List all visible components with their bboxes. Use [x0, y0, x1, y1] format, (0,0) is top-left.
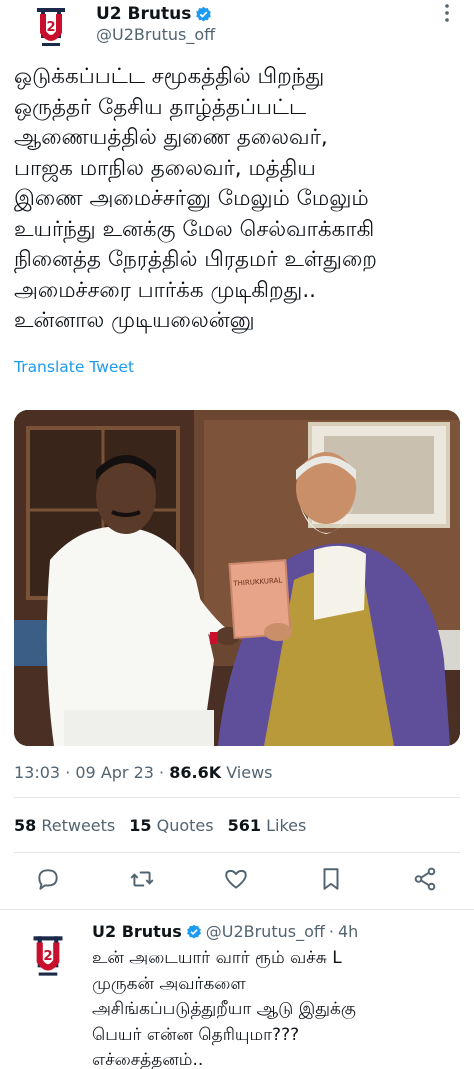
bookmark-icon: [323, 868, 339, 890]
tweet-text-line: இணை அமைச்சர்னு மேலும் மேலும்: [14, 186, 369, 211]
tweet-meta: 13:03 · 09 Apr 23 · 86.6K Views: [14, 763, 273, 782]
more-options-icon[interactable]: [436, 2, 458, 24]
share-button[interactable]: [412, 866, 438, 892]
tweet-text-line: ஒடுக்கப்பட்ட சமூகத்தில் பிறந்து: [14, 64, 325, 89]
tweet-body: ஒடுக்கப்பட்ட சமூகத்தில் பிறந்து ஒருத்தர்…: [14, 62, 464, 337]
quotes-stat[interactable]: 15 Quotes: [129, 816, 213, 835]
engagement-stats: 58 Retweets 15 Quotes 561 Likes: [14, 816, 306, 835]
author-avatar[interactable]: 2: [22, 2, 80, 54]
reply-header: U2 Brutus @U2Brutus_off · 4h: [92, 922, 358, 941]
share-icon: [414, 867, 436, 891]
tweet-text-line: பாஜக மாநில தலைவர், மத்திய: [14, 155, 316, 181]
svg-text:2: 2: [46, 20, 55, 35]
reply-text-line: எச்சைத்தனம்..: [92, 1050, 204, 1069]
reply-display-name[interactable]: U2 Brutus: [92, 922, 182, 941]
quotes-label: Quotes: [156, 816, 214, 835]
reply-text-line: அசிங்கப்படுத்துறீயா ஆடு இதுக்கு: [92, 999, 356, 1019]
tweet-text-line: உயர்ந்து உனக்கு மேல செல்வாக்காகி: [14, 216, 375, 242]
tweet-header: 2 U2 Brutus @U2Brutus_off: [0, 0, 474, 60]
reply-button[interactable]: [35, 866, 61, 892]
reply-text-line: முருகன் அவர்களை: [92, 973, 246, 994]
reply-icon: [38, 869, 58, 890]
like-icon: [225, 869, 247, 889]
tweet-photo[interactable]: THIRUKKURAL: [14, 410, 460, 746]
likes-stat[interactable]: 561 Likes: [228, 816, 307, 835]
u2-logo-icon: 2: [18, 930, 78, 984]
views-count: 86.6K: [169, 763, 222, 782]
author-name-row: U2 Brutus: [96, 4, 212, 24]
tweet-actions: [0, 866, 474, 896]
retweet-icon: [130, 871, 154, 887]
likes-label: Likes: [266, 816, 307, 835]
reply-author-avatar[interactable]: 2: [18, 924, 78, 990]
meta-separator: ·: [65, 763, 76, 782]
reply-body: உன் அடையார் வார் ரூம் வச்சு L முருகன் அவ…: [92, 946, 462, 1069]
translate-tweet-link[interactable]: Translate Tweet: [14, 358, 134, 376]
u2-logo-icon: 2: [22, 2, 80, 54]
verified-badge-icon: [196, 6, 212, 21]
author-display-name[interactable]: U2 Brutus: [96, 4, 191, 24]
meta-separator: ·: [328, 922, 334, 941]
author-handle[interactable]: @U2Brutus_off: [96, 25, 215, 44]
retweets-count: 58: [14, 816, 37, 835]
divider: [14, 797, 460, 798]
tweet-text-line: அமைச்சரை பார்க்க முடிகிறது..: [14, 277, 316, 303]
divider: [0, 909, 474, 910]
retweets-stat[interactable]: 58 Retweets: [14, 816, 115, 835]
tweet-text-line: நினைத்த நேரத்தில் பிரதமர் உள்துறை: [14, 247, 377, 272]
retweet-button[interactable]: [129, 866, 155, 892]
likes-count: 561: [227, 816, 262, 835]
divider: [14, 852, 460, 853]
tweet-date[interactable]: 09 Apr 23: [75, 763, 154, 782]
reply-text-line: உன் அடையார் வார் ரூம் வச்சு L: [92, 948, 342, 968]
svg-text:2: 2: [43, 949, 52, 964]
reply-age[interactable]: 4h: [338, 922, 358, 941]
meta-separator: ·: [159, 763, 170, 782]
retweets-label: Retweets: [41, 816, 116, 835]
views-label: Views: [226, 763, 273, 782]
tweet-text-line: ஆணையத்தில் துணை தலைவர்,: [14, 125, 328, 150]
tweet-text-line: ஒருத்தர் தேசிய தாழ்த்தப்பட்ட: [14, 94, 307, 120]
reply-handle[interactable]: @U2Brutus_off: [206, 922, 325, 941]
bookmark-button[interactable]: [318, 866, 344, 892]
verified-badge-icon: [186, 924, 201, 939]
like-button[interactable]: [223, 866, 249, 892]
tweet-time[interactable]: 13:03: [14, 763, 60, 782]
tweet-text-line: உன்னால முடியலைன்னு: [14, 308, 255, 333]
reply-text-line: பெயர் என்ன தெரியுமா???: [92, 1024, 300, 1045]
quotes-count: 15: [129, 816, 152, 835]
photo-illustration: THIRUKKURAL: [14, 410, 460, 746]
